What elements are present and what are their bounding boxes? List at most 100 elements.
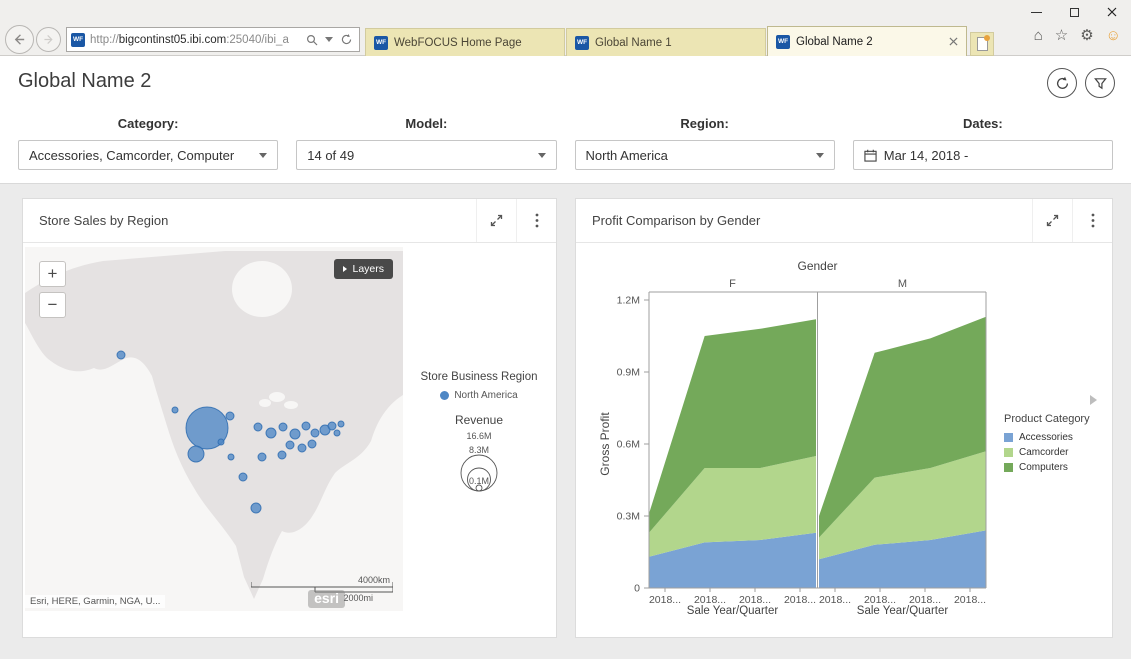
region-select[interactable]: North America xyxy=(575,140,835,170)
map-legend-region-item[interactable]: North America xyxy=(403,390,555,401)
tab-global-name-1[interactable]: WF Global Name 1 xyxy=(566,28,766,56)
filter-label-region: Region: xyxy=(575,116,835,131)
map-bubble[interactable] xyxy=(258,453,266,461)
refresh-page-icon[interactable] xyxy=(340,33,353,46)
map-bubble[interactable] xyxy=(286,441,294,449)
map-basemap xyxy=(25,247,403,611)
favorites-star-icon[interactable]: ☆ xyxy=(1055,28,1068,43)
close-button[interactable] xyxy=(1093,0,1131,24)
close-icon xyxy=(1107,7,1117,17)
model-select[interactable]: 14 of 49 xyxy=(296,140,556,170)
great-lake xyxy=(269,392,285,402)
chart-panel-title: Profit Comparison by Gender xyxy=(576,199,1032,242)
address-dropdown-icon[interactable] xyxy=(325,37,333,42)
filter-label-dates: Dates: xyxy=(853,116,1113,131)
map-legend: Store Business Region North America Reve… xyxy=(403,371,555,500)
scale-km-label: 4000km xyxy=(358,575,390,585)
chart-menu-button[interactable] xyxy=(1072,199,1112,242)
filter-label-category: Category: xyxy=(18,116,278,131)
browser-chrome: WF http://bigcontinst05.ibi.com:25040/ib… xyxy=(0,0,1131,56)
map-bubble[interactable] xyxy=(172,407,178,413)
map-expand-button[interactable] xyxy=(476,199,516,242)
home-icon[interactable]: ⌂ xyxy=(1034,28,1043,43)
map-bubble[interactable] xyxy=(290,429,300,439)
calendar-icon xyxy=(864,149,877,162)
site-favicon: WF xyxy=(71,33,85,47)
category-select[interactable]: Accessories, Camcorder, Computer xyxy=(18,140,278,170)
map-legend-region-title: Store Business Region xyxy=(403,371,555,383)
map-bubble[interactable] xyxy=(279,423,287,431)
back-button[interactable] xyxy=(5,25,34,54)
map-bubble[interactable] xyxy=(338,421,344,427)
new-tab-page-icon xyxy=(977,37,988,51)
legend-item-computers[interactable]: Computers xyxy=(1004,462,1110,473)
map-zoom-controls: + − xyxy=(39,261,66,323)
refresh-dashboard-button[interactable] xyxy=(1047,68,1077,98)
x-axis-title-m: Sale Year/Quarter xyxy=(819,605,986,617)
tab-close-icon[interactable] xyxy=(949,37,958,46)
dates-field[interactable]: Mar 14, 2018 - xyxy=(853,140,1113,170)
zoom-out-button[interactable]: − xyxy=(39,292,66,318)
esri-logo: esri xyxy=(308,590,345,608)
legend-item-accessories[interactable]: Accessories xyxy=(1004,432,1110,443)
zoom-in-button[interactable]: + xyxy=(39,261,66,287)
tab-strip: WF WebFOCUS Home Page WF Global Name 1 W… xyxy=(365,26,994,56)
kebab-menu-icon xyxy=(535,213,539,228)
expand-icon xyxy=(1046,214,1059,227)
map-bubble[interactable] xyxy=(311,429,319,437)
settings-gear-icon[interactable]: ⚙ xyxy=(1080,28,1093,43)
minimize-button[interactable] xyxy=(1017,0,1055,24)
map-bubble[interactable] xyxy=(251,503,261,513)
map-bubble[interactable] xyxy=(298,444,306,452)
hudson-bay xyxy=(232,261,292,317)
map-bubble[interactable] xyxy=(266,428,276,438)
map-bubble[interactable] xyxy=(228,454,234,460)
legend-item-camcorder[interactable]: Camcorder xyxy=(1004,447,1110,458)
map-bubble[interactable] xyxy=(302,422,310,430)
refresh-icon xyxy=(1055,76,1070,91)
feedback-smiley-icon[interactable]: ☺ xyxy=(1106,28,1121,43)
map-bubble[interactable] xyxy=(226,412,234,420)
tab-favicon: WF xyxy=(575,36,589,50)
x-axis-title-f: Sale Year/Quarter xyxy=(649,605,816,617)
map-bubble[interactable] xyxy=(278,451,286,459)
filter-label-model: Model: xyxy=(296,116,556,131)
chart-expand-button[interactable] xyxy=(1032,199,1072,242)
bubble-size-legend: 16.6M 8.3M 0.1M xyxy=(419,429,539,495)
forward-button[interactable] xyxy=(36,27,61,52)
great-lake xyxy=(284,401,298,409)
map-bubble[interactable] xyxy=(117,351,125,359)
map-bubble[interactable] xyxy=(308,440,316,448)
layers-label: Layers xyxy=(352,263,384,275)
great-lake xyxy=(259,399,271,407)
chevron-down-icon xyxy=(816,153,824,158)
map-bubble[interactable] xyxy=(218,439,224,445)
map-bubble[interactable] xyxy=(254,423,262,431)
tab-global-name-2[interactable]: WF Global Name 2 xyxy=(767,26,967,56)
map-bubble[interactable] xyxy=(334,430,340,436)
tab-webfocus-home[interactable]: WF WebFOCUS Home Page xyxy=(365,28,565,56)
legend-item-label: Camcorder xyxy=(1019,447,1068,458)
tab-favicon: WF xyxy=(374,36,388,50)
map-canvas[interactable]: + − Layers 4000km 2000mi Esri, HERE, Gar… xyxy=(25,247,403,611)
facet-label-F: F xyxy=(729,278,736,290)
filter-button[interactable] xyxy=(1085,68,1115,98)
map-bubble[interactable] xyxy=(328,422,336,430)
map-menu-button[interactable] xyxy=(516,199,556,242)
address-bar[interactable]: WF http://bigcontinst05.ibi.com:25040/ib… xyxy=(66,27,360,52)
legend-more-icon[interactable] xyxy=(1090,395,1097,405)
map-bubble[interactable] xyxy=(188,446,204,462)
map-legend-size-title: Revenue xyxy=(403,413,555,427)
expand-icon xyxy=(490,214,503,227)
map-bubble[interactable] xyxy=(239,473,247,481)
scale-mi-label: 2000mi xyxy=(343,593,373,601)
y-tick-label: 0.9M xyxy=(617,367,640,379)
search-icon[interactable] xyxy=(306,34,318,46)
dashboard-area: Store Sales by Region xyxy=(0,184,1131,659)
maximize-button[interactable] xyxy=(1055,0,1093,24)
new-tab-button[interactable] xyxy=(970,32,994,56)
layers-button[interactable]: Layers xyxy=(334,259,393,279)
legend-swatch-icon xyxy=(1004,463,1013,472)
size-label-min: 0.1M xyxy=(469,476,489,486)
kebab-menu-icon xyxy=(1091,213,1095,228)
